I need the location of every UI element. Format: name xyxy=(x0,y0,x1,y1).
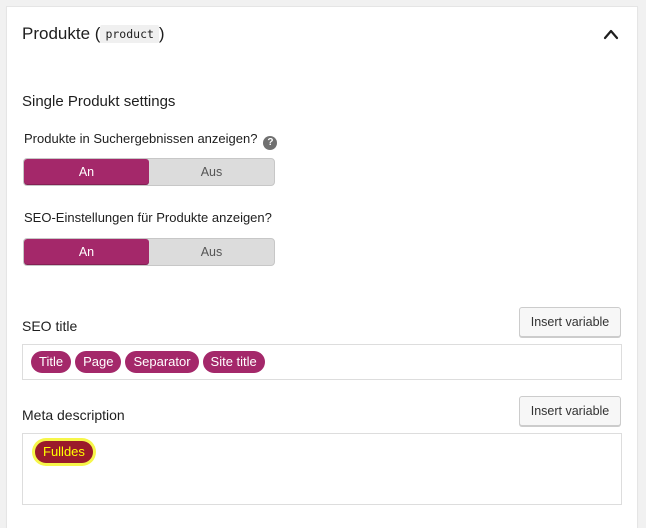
seo-title-editor[interactable]: Title Page Separator Site title xyxy=(22,344,622,380)
panel-title: Produkte (product) xyxy=(22,24,165,44)
meta-description-label: Meta description xyxy=(22,407,125,423)
content-type-panel: Produkte (product) Single Produkt settin… xyxy=(6,6,638,528)
show-seo-settings-on[interactable]: An xyxy=(24,239,149,265)
variable-pill-separator[interactable]: Separator xyxy=(125,351,199,373)
meta-description-editor[interactable]: Fulldes xyxy=(22,433,622,505)
variable-pill-title[interactable]: Title xyxy=(31,351,72,373)
variable-pill-site-title[interactable]: Site title xyxy=(202,351,265,373)
show-in-search-on[interactable]: An xyxy=(24,159,149,185)
show-seo-settings-label: SEO-Einstellungen für Produkte anzeigen? xyxy=(24,210,272,225)
seo-title-insert-variable-button[interactable]: Insert variable xyxy=(519,307,621,337)
chevron-up-icon[interactable] xyxy=(603,27,619,41)
help-icon[interactable]: ? xyxy=(263,136,278,150)
show-in-search-label: Produkte in Suchergebnissen anzeigen?? xyxy=(24,131,278,150)
meta-description-insert-variable-button[interactable]: Insert variable xyxy=(519,396,621,426)
show-in-search-toggle: An Aus xyxy=(23,158,275,186)
show-in-search-text: Produkte in Suchergebnissen anzeigen? xyxy=(24,131,258,146)
panel-header[interactable]: Produkte (product) xyxy=(7,7,637,63)
post-type-code: product xyxy=(100,25,159,43)
variable-pill-fulldes[interactable]: Fulldes xyxy=(35,441,93,463)
seo-title-label: SEO title xyxy=(22,318,78,334)
settings-heading: Single Produkt settings xyxy=(22,93,176,110)
show-seo-settings-off[interactable]: Aus xyxy=(149,239,274,265)
show-in-search-off[interactable]: Aus xyxy=(149,159,274,185)
show-seo-settings-toggle: An Aus xyxy=(23,238,275,266)
panel-title-text: Produkte xyxy=(22,24,91,43)
variable-pill-page[interactable]: Page xyxy=(75,351,122,373)
paren-close: ) xyxy=(158,24,165,43)
